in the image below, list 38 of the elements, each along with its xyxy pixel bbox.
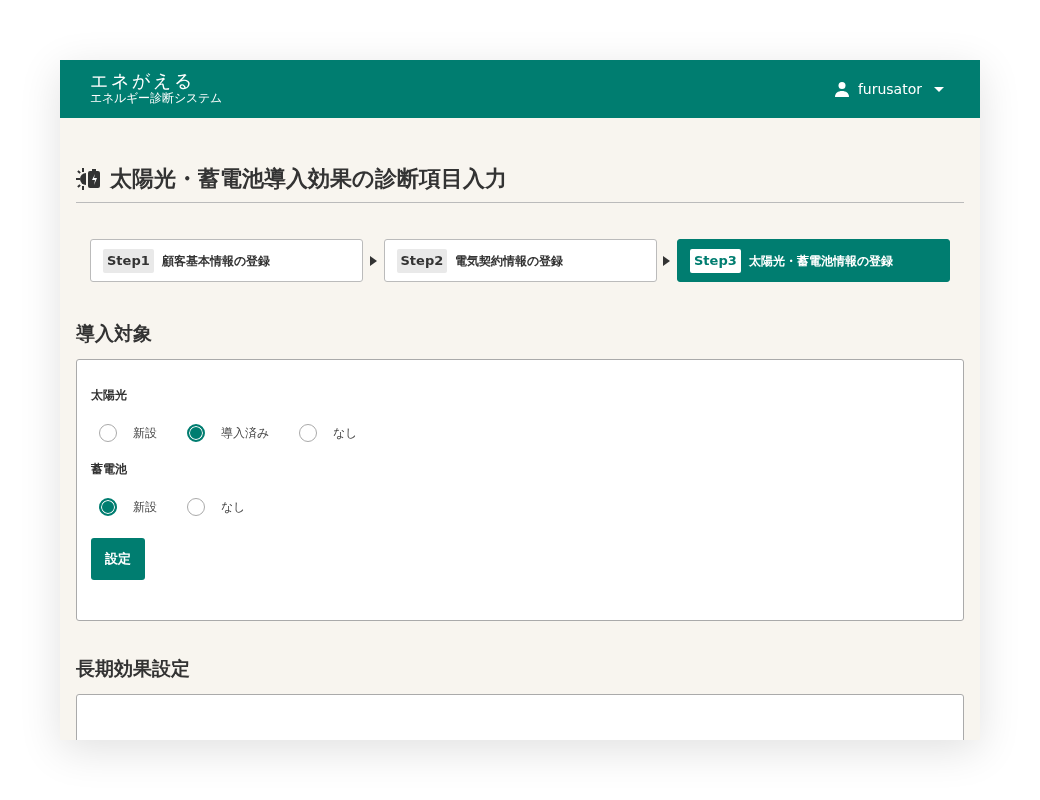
field-label: 太陽光 (91, 387, 128, 405)
step-number: Step2 (396, 249, 448, 273)
radio-button[interactable] (99, 424, 117, 443)
section-title: 導入対象 (76, 322, 153, 346)
option-label: 新設 (133, 425, 157, 443)
radio-button[interactable] (299, 424, 317, 443)
option-label: 導入済み (221, 425, 269, 443)
step-label: 太陽光・蓄電池情報の登録 (748, 252, 893, 270)
step-label: 電気契約情報の登録 (455, 252, 564, 270)
page-title: 太陽光・蓄電池導入効果の診断項目入力 (110, 166, 507, 193)
radio-option[interactable]: 新設 (99, 424, 157, 443)
section-title: 長期効果設定 (76, 657, 191, 680)
set-button[interactable]: 設定 (91, 538, 145, 580)
caret-icon (934, 86, 944, 92)
radio-option[interactable]: 導入済み (187, 424, 269, 443)
field-label: 蓄電池 (91, 461, 128, 479)
step-indicator[interactable]: Step2 電気契約情報の登録 (383, 239, 657, 283)
step-indicator[interactable]: Step3 太陽光・蓄電池情報の登録 (677, 239, 950, 283)
radio-button[interactable] (187, 498, 205, 517)
app-subtitle: エネルギー診断システム (90, 91, 222, 107)
arrow-icon (369, 255, 377, 266)
option-label: 新設 (133, 499, 157, 517)
radio-option[interactable]: なし (299, 424, 357, 443)
radio-button[interactable] (187, 424, 205, 443)
option-label: なし (221, 499, 245, 517)
user-menu[interactable]: furusator (827, 77, 950, 101)
user-icon (833, 81, 850, 97)
step-label: 顧客基本情報の登録 (161, 252, 270, 270)
step-number: Step3 (690, 249, 741, 273)
step-indicator[interactable]: Step1 顧客基本情報の登録 (90, 239, 363, 283)
app-logo[interactable]: エネがえる (90, 71, 222, 92)
radio-button[interactable] (99, 498, 117, 517)
solar-battery-icon (76, 167, 102, 192)
radio-option[interactable]: なし (187, 498, 245, 517)
radio-option[interactable]: 新設 (99, 498, 157, 517)
option-label: なし (333, 425, 357, 443)
arrow-icon (663, 255, 671, 266)
step-number: Step1 (103, 249, 154, 273)
